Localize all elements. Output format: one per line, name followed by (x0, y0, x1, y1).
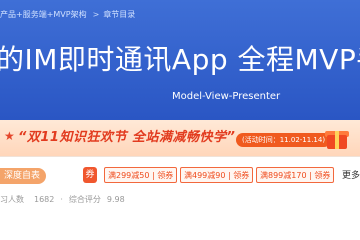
gift-icon (325, 126, 351, 150)
coupon-icon: 券 (83, 167, 97, 183)
breadcrumb-separator: > (92, 9, 100, 19)
stats-separator: · (60, 195, 63, 204)
breadcrumb-link-course[interactable]: 产品+服务端+MVP架构 (0, 9, 87, 20)
coupon-button-2[interactable]: 满499减90 | 领券 (180, 167, 254, 183)
coupon-button-1[interactable]: 满299减50 | 领券 (104, 167, 178, 183)
promo-period: (活动时间：11.02-11.14) (236, 133, 332, 147)
breadcrumb: 产品+服务端+MVP架构 > 章节目录 (0, 7, 135, 21)
course-type-tag: 深度自表 (0, 168, 47, 184)
promo-text: “双11知识狂欢节 全站满减畅快学” (18, 130, 236, 145)
score-value: 9.98 (106, 195, 125, 204)
more-coupons-link[interactable]: 更多 (342, 168, 360, 181)
coupon-button-3[interactable]: 满899减170 | 领券 (256, 167, 335, 183)
breadcrumb-current[interactable]: 章节目录 (103, 9, 135, 20)
course-subtitle: Model-View-Presenter (172, 91, 281, 102)
score-label: 综合评分 (68, 195, 101, 204)
learners-count: 1682 (34, 195, 55, 204)
course-title: 的IM即时通讯App 全程MVP手把 (0, 43, 360, 76)
course-banner: 产品+服务端+MVP架构 > 章节目录 的IM即时通讯App 全程MVP手把 M… (0, 0, 360, 120)
promo-banner[interactable]: ★ “双11知识狂欢节 全站满减畅快学” (活动时间：11.02-11.14) (0, 120, 360, 156)
star-icon: ★ (4, 129, 15, 143)
learners-label: 习人数 (0, 195, 24, 204)
divider (0, 156, 360, 157)
course-info-panel: 深度自表 券 满299减50 | 领券 满499减90 | 领券 满899减17… (0, 156, 360, 240)
course-stats: 习人数 1682 · 综合评分 9.98 (0, 194, 125, 205)
